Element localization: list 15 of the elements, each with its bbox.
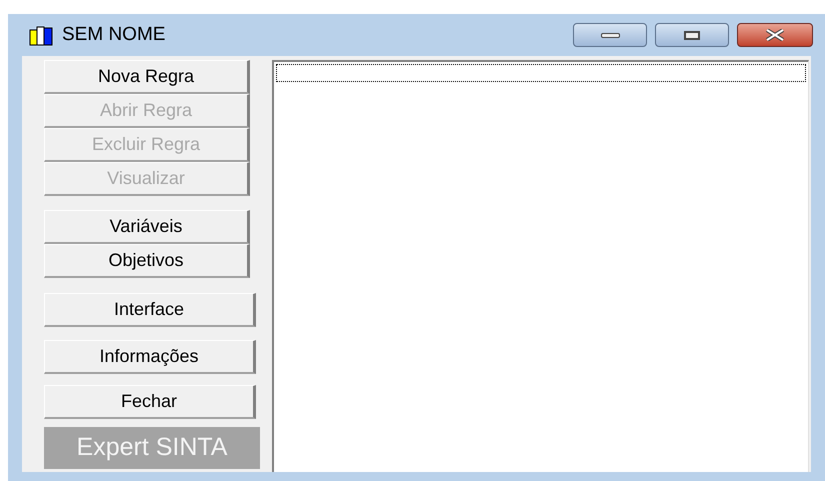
minimize-icon xyxy=(600,32,620,38)
minimize-button[interactable] xyxy=(573,23,647,47)
command-button[interactable]: Fechar xyxy=(44,385,256,419)
maximize-button[interactable] xyxy=(655,23,729,47)
restore-icon xyxy=(684,30,700,40)
window-title: SEM NOME xyxy=(62,22,166,47)
command-button[interactable]: Nova Regra xyxy=(44,60,250,94)
command-button[interactable]: Variáveis xyxy=(44,210,250,244)
command-button[interactable]: Informações xyxy=(44,340,256,374)
command-button[interactable]: Interface xyxy=(44,293,256,327)
close-button[interactable] xyxy=(737,23,813,47)
brand-label: Expert SINTA xyxy=(44,427,260,469)
close-icon xyxy=(764,29,786,41)
command-button[interactable]: Objetivos xyxy=(44,244,250,278)
books-icon xyxy=(28,24,54,46)
